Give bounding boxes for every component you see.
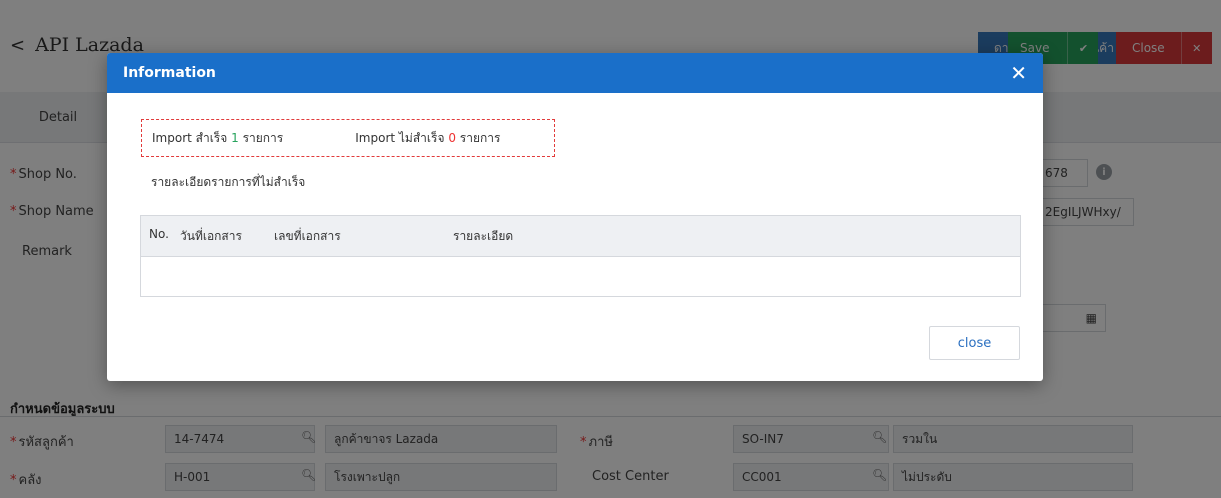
fail-count: 0 <box>448 130 456 145</box>
dialog-title: Information <box>123 65 216 81</box>
dialog-header: Information ✕ <box>107 53 1043 93</box>
import-summary: Import สำเร็จ 1 รายการ Import ไม่สำเร็จ … <box>141 119 555 157</box>
success-summary: Import สำเร็จ 1 รายการ <box>152 130 284 145</box>
close-icon[interactable]: ✕ <box>1010 63 1027 83</box>
column-header-detail: รายละเอียด <box>453 229 514 243</box>
column-header-doc-date: วันที่เอกสาร <box>180 229 242 243</box>
column-header-no: No. <box>149 227 169 241</box>
table-header <box>141 216 1020 257</box>
fail-detail-label: รายละเอียดรายการที่ไม่สำเร็จ <box>151 175 306 189</box>
success-count: 1 <box>231 130 239 145</box>
information-dialog: Information ✕ Import สำเร็จ 1 รายการ Imp… <box>107 53 1043 381</box>
close-button[interactable]: close <box>929 326 1020 360</box>
column-header-doc-no: เลขที่เอกสาร <box>274 229 341 243</box>
failed-items-table <box>140 215 1021 297</box>
fail-summary: Import ไม่สำเร็จ 0 รายการ <box>355 130 501 145</box>
